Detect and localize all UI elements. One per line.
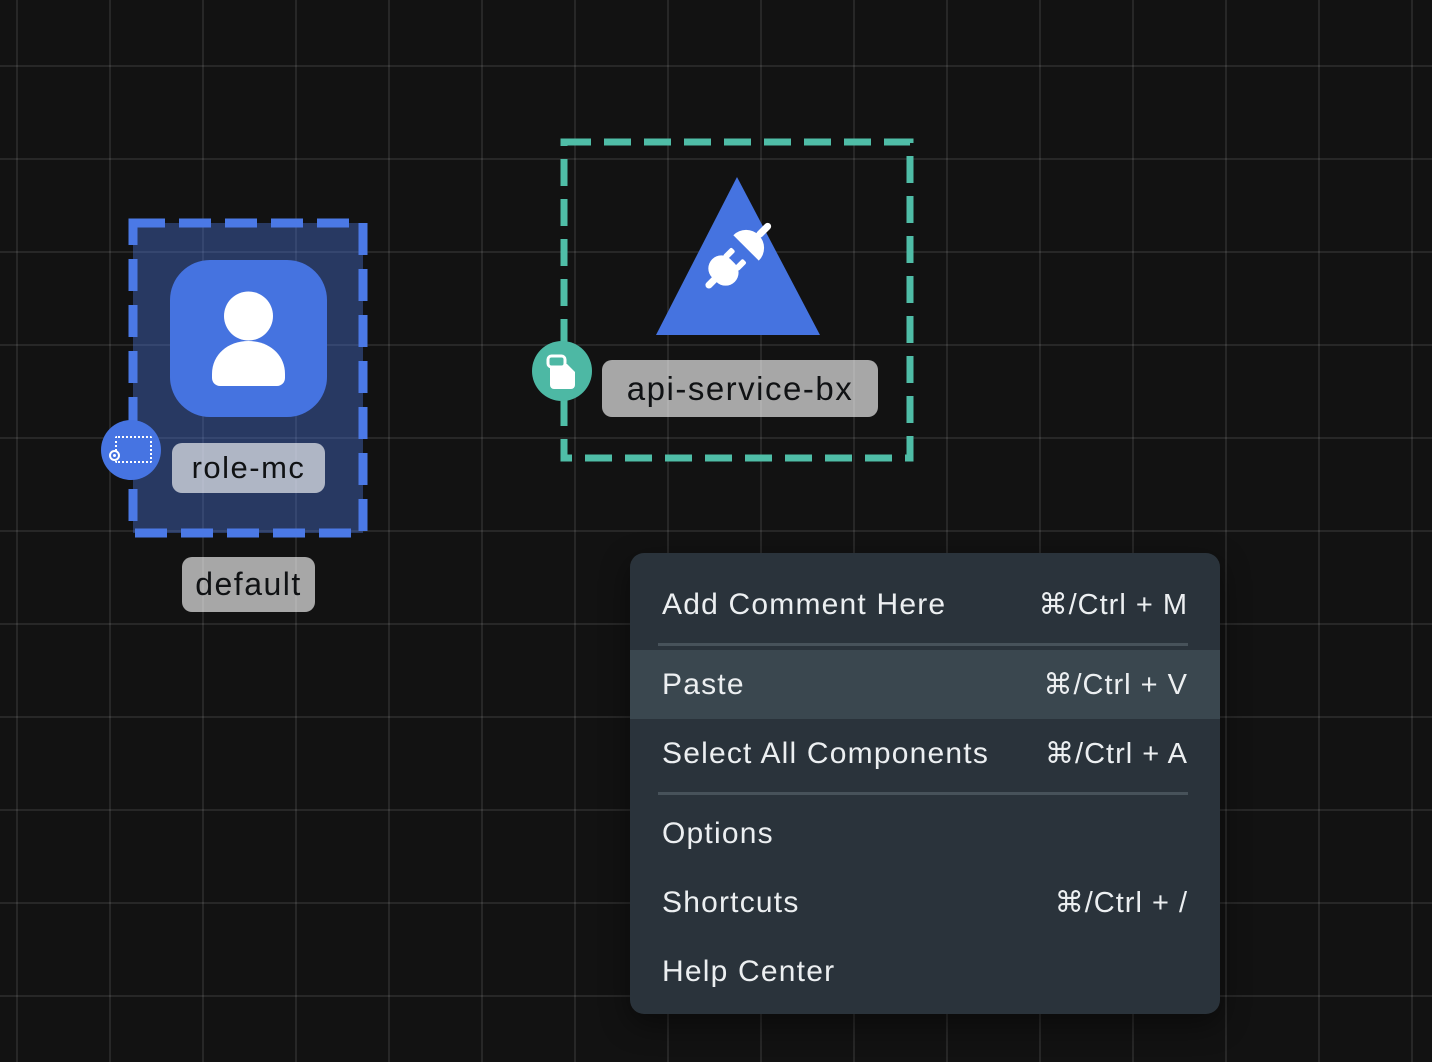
node-label-text: role-mc <box>192 450 306 486</box>
menu-item-shortcuts[interactable]: Shortcuts ⌘/Ctrl + / <box>630 868 1220 937</box>
menu-item-paste[interactable]: Paste ⌘/Ctrl + V <box>630 650 1220 719</box>
node-label-role-mc[interactable]: role-mc <box>172 443 325 493</box>
menu-item-label: Add Comment Here <box>662 588 946 622</box>
menu-item-help-center[interactable]: Help Center <box>630 937 1220 1006</box>
menu-item-label: Help Center <box>662 955 835 989</box>
menu-item-label: Paste <box>662 668 745 702</box>
menu-item-label: Select All Components <box>662 737 989 771</box>
selection-badge[interactable] <box>101 420 161 480</box>
menu-item-label: Options <box>662 817 774 851</box>
menu-item-select-all[interactable]: Select All Components ⌘/Ctrl + A <box>630 719 1220 788</box>
context-menu: Add Comment Here ⌘/Ctrl + M Paste ⌘/Ctrl… <box>630 553 1220 1014</box>
node-label-api-service-bx[interactable]: api-service-bx <box>602 360 878 417</box>
menu-item-add-comment[interactable]: Add Comment Here ⌘/Ctrl + M <box>630 570 1220 639</box>
marquee-selection-icon <box>111 432 151 468</box>
user-icon <box>170 260 327 417</box>
menu-item-shortcut: ⌘/Ctrl + M <box>1039 587 1188 622</box>
menu-item-shortcut: ⌘/Ctrl + A <box>1045 736 1188 771</box>
menu-divider <box>658 643 1188 646</box>
copy-badge[interactable] <box>532 341 592 401</box>
menu-divider <box>658 792 1188 795</box>
copy-icon <box>542 351 582 391</box>
diagram-canvas[interactable]: role-mc default <box>0 0 1432 1062</box>
menu-item-label: Shortcuts <box>662 886 800 920</box>
node-label-text: api-service-bx <box>627 370 853 408</box>
role-node-shape[interactable] <box>170 260 327 417</box>
api-node-shape[interactable] <box>655 175 823 337</box>
node-sublabel-text: default <box>195 566 302 603</box>
node-sublabel-default[interactable]: default <box>182 557 315 612</box>
menu-item-shortcut: ⌘/Ctrl + / <box>1055 885 1188 920</box>
menu-item-shortcut: ⌘/Ctrl + V <box>1043 667 1188 702</box>
menu-item-options[interactable]: Options <box>630 799 1220 868</box>
